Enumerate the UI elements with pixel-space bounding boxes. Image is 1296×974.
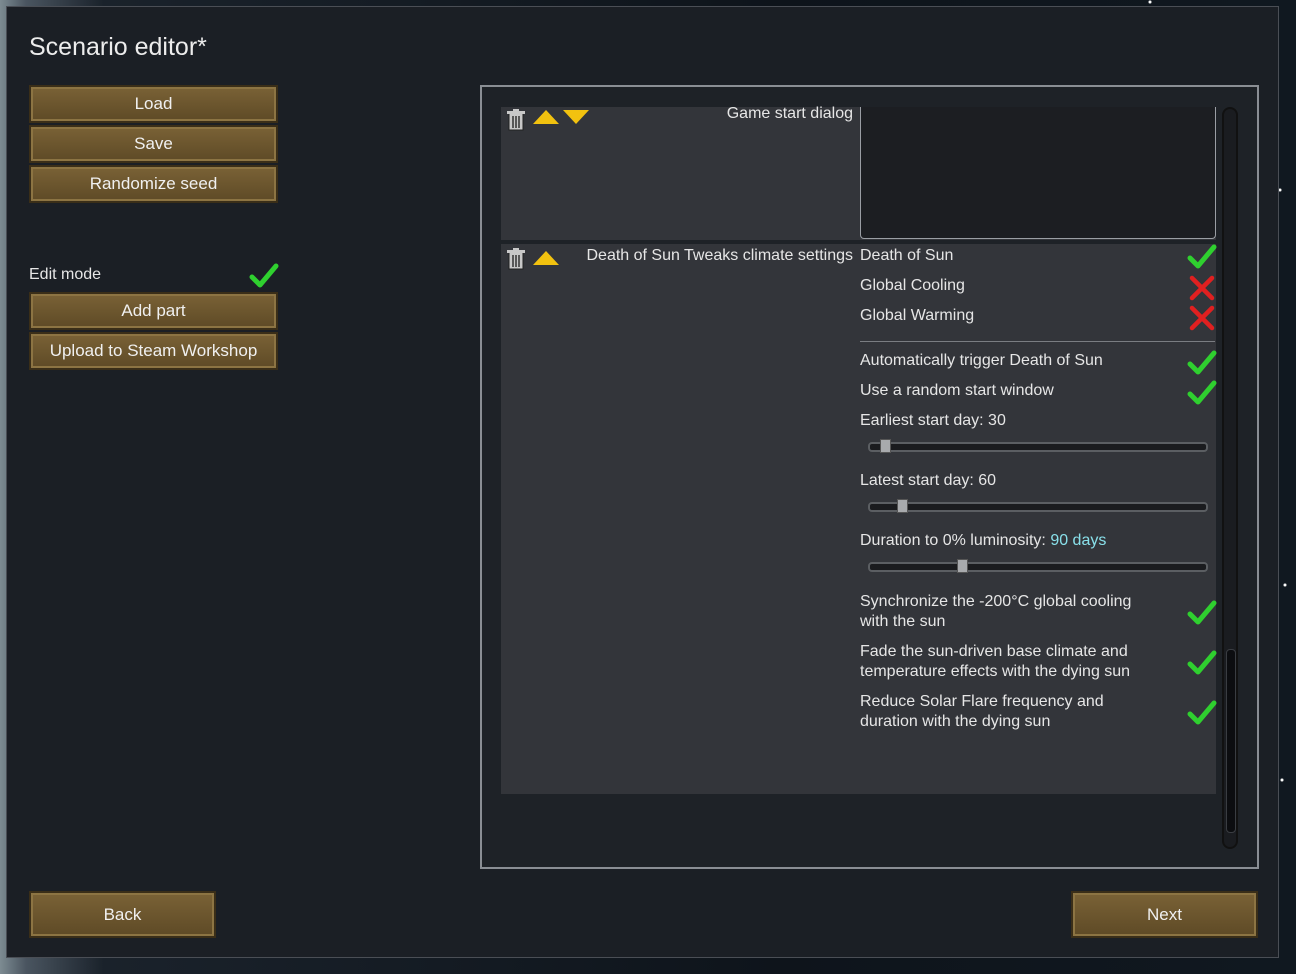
duration-slider[interactable] [868,559,1208,573]
cross-icon[interactable] [1189,275,1215,306]
label-line: Synchronize the -200°C global cooling [860,593,1132,610]
save-button[interactable]: Save [29,125,278,163]
label-line: with the sun [860,613,946,630]
check-icon[interactable] [1187,380,1217,411]
sync-cooling-label: Synchronize the -200°C global cooling wit… [860,592,1131,632]
auto-trigger-label: Automatically trigger Death of Sun [860,352,1103,369]
label-line: temperature effects with the dying sun [860,663,1131,680]
check-icon[interactable] [1187,650,1217,681]
solar-flare-label: Reduce Solar Flare frequency and duration… [860,692,1104,732]
scenario-editor-window: Scenario editor* Load Save Randomize see… [6,6,1279,958]
divider [860,341,1215,342]
slider-handle[interactable] [880,439,891,453]
arrow-up-icon[interactable] [532,109,560,130]
add-part-button[interactable]: Add part [29,292,278,330]
next-button[interactable]: Next [1071,891,1258,938]
fade-climate-label: Fade the sun-driven base climate and temp… [860,642,1130,682]
option-global-warming-label: Global Warming [860,307,975,324]
label-line: Fade the sun-driven base climate and [860,643,1128,660]
option-global-cooling-label: Global Cooling [860,277,965,294]
edit-mode-label: Edit mode [29,266,102,283]
page-title: Scenario editor* [29,33,207,61]
duration-label: Duration to 0% luminosity: 90 days [860,532,1106,550]
latest-start-label: Latest start day: 60 [860,472,997,489]
edit-mode-checkbox[interactable] [249,263,279,289]
random-window-label: Use a random start window [860,382,1054,399]
duration-label-text: Duration to 0% luminosity: [860,532,1051,549]
check-icon[interactable] [1187,700,1217,731]
slider-handle[interactable] [897,499,908,513]
part-label: Game start dialog [726,105,853,122]
trash-icon[interactable] [507,248,525,275]
latest-start-slider[interactable] [868,499,1208,513]
trash-icon[interactable] [507,109,525,136]
game-start-dialog-textarea[interactable] [860,107,1216,239]
part-death-of-sun: Death of Sun Tweaks climate settings Dea… [501,244,1217,794]
upload-steam-workshop-button[interactable]: Upload to Steam Workshop [29,332,278,370]
arrow-up-icon[interactable] [532,250,560,271]
load-button[interactable]: Load [29,85,278,123]
check-icon[interactable] [1187,244,1217,275]
scrollbar-thumb[interactable] [1226,649,1236,833]
slider-handle[interactable] [957,559,968,573]
back-button[interactable]: Back [29,891,216,938]
parts-list-panel: Game start dialog Death of Sun Tweaks cl… [480,85,1259,869]
label-line: duration with the dying sun [860,713,1051,730]
cross-icon[interactable] [1189,305,1215,336]
earliest-start-slider[interactable] [868,439,1208,453]
arrow-down-icon[interactable] [562,109,590,130]
duration-value: 90 days [1050,532,1107,549]
scrollbar[interactable] [1222,107,1238,849]
label-line: Reduce Solar Flare frequency and [860,693,1104,710]
earliest-start-label: Earliest start day: 30 [860,412,1006,429]
part-label: Death of Sun Tweaks climate settings [586,247,853,264]
option-death-of-sun-label: Death of Sun [860,247,954,264]
check-icon[interactable] [1187,600,1217,631]
randomize-seed-button[interactable]: Randomize seed [29,165,278,203]
check-icon[interactable] [1187,350,1217,381]
part-game-start-dialog: Game start dialog [501,105,1216,240]
